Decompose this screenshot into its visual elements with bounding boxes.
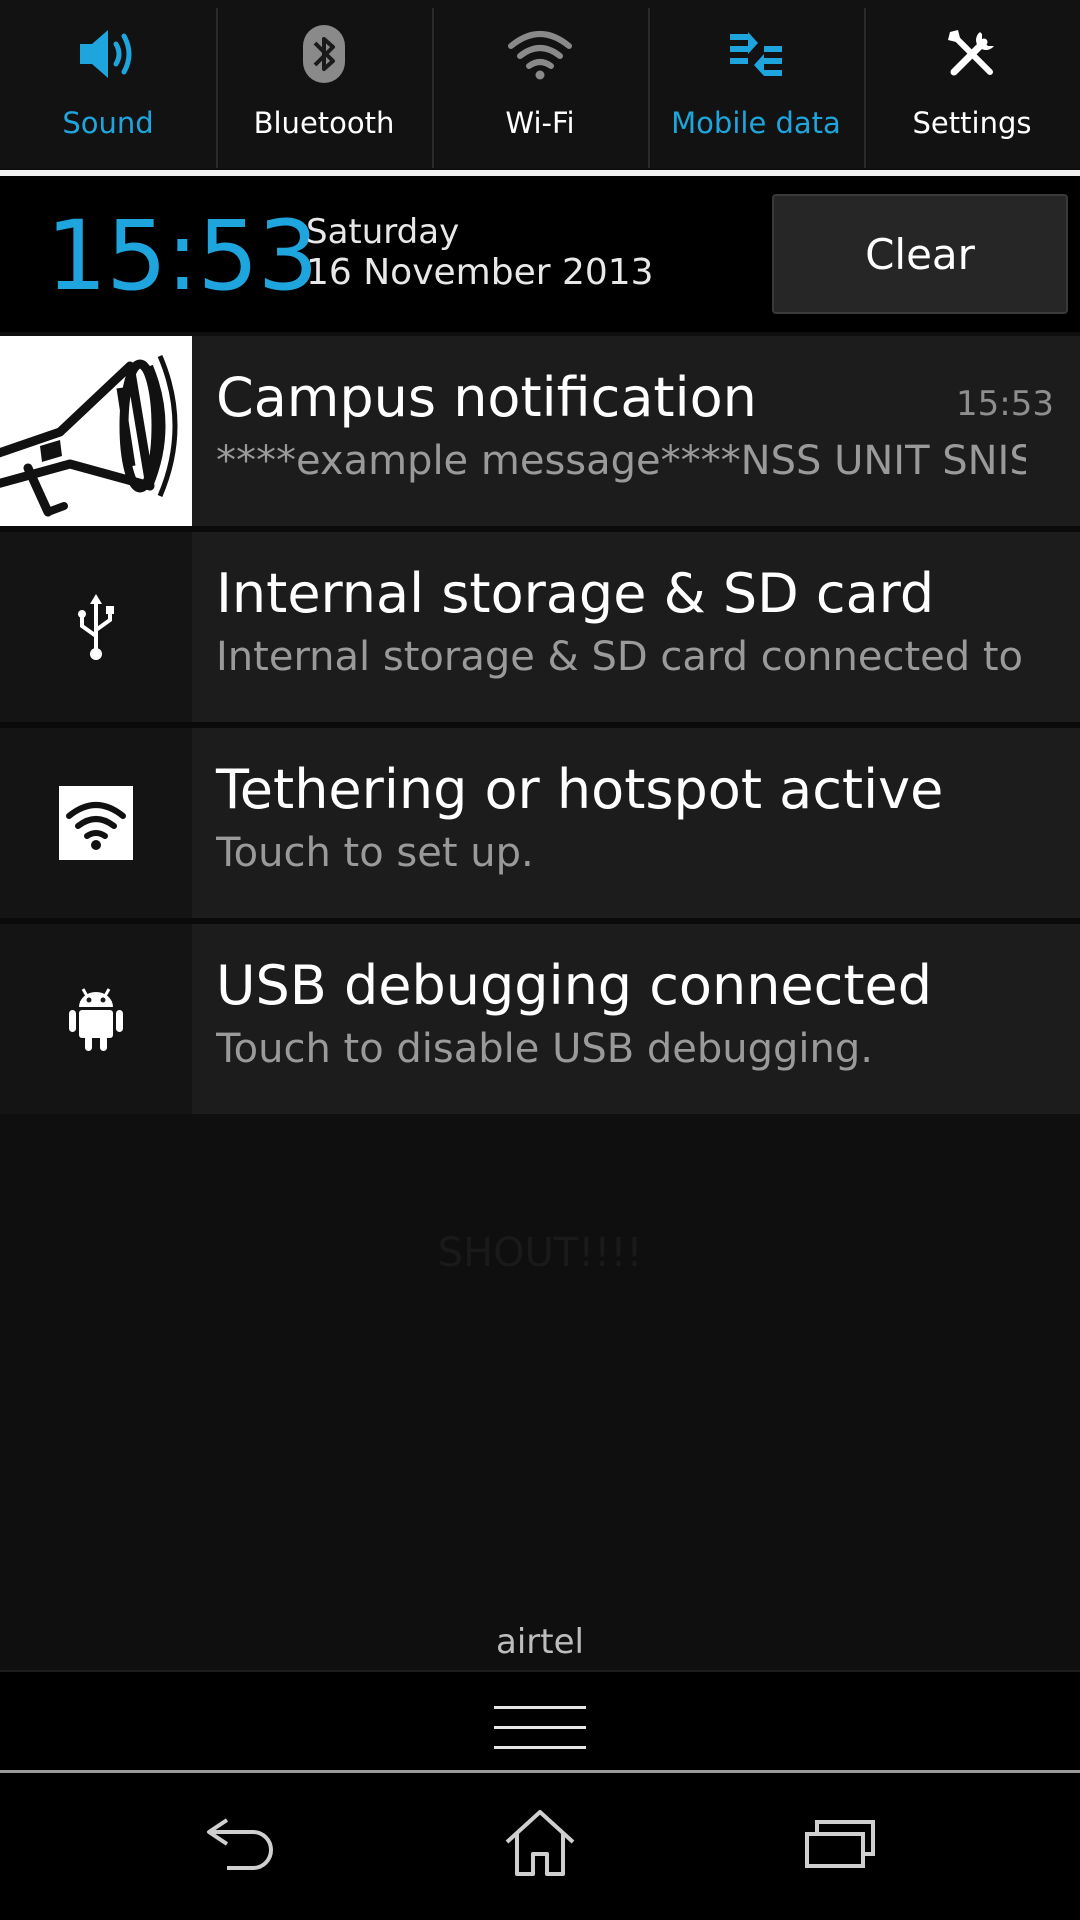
bluetooth-icon xyxy=(288,18,360,90)
recent-apps-icon xyxy=(805,1820,875,1868)
notification-icon-area xyxy=(0,532,192,722)
notification-text: ****example message****NSS UNIT SNIST xyxy=(216,438,1026,484)
navigation-bar xyxy=(0,1773,1080,1920)
notification-icon-area xyxy=(0,728,192,918)
quick-toggle-label: Settings xyxy=(912,106,1032,140)
quick-toggle-sound[interactable]: Sound xyxy=(0,0,216,168)
quick-toggle-settings[interactable]: Settings xyxy=(864,0,1080,168)
quick-toggle-label: Bluetooth xyxy=(253,106,395,140)
notification-title: Internal storage & SD card xyxy=(216,562,935,625)
weekday: Saturday xyxy=(306,212,460,252)
notification-storage[interactable]: Internal storage & SD card Internal stor… xyxy=(0,532,1080,722)
clock: 15:53 xyxy=(46,200,319,312)
wifi-icon xyxy=(504,18,576,90)
home-icon xyxy=(505,1810,575,1876)
date: 16 November 2013 xyxy=(306,252,654,293)
hotspot-icon xyxy=(59,786,133,860)
usb-icon xyxy=(78,594,114,660)
notification-text: Touch to set up. xyxy=(216,830,534,876)
carrier-label: airtel xyxy=(496,1622,584,1662)
android-icon xyxy=(69,988,123,1051)
recent-apps-button[interactable] xyxy=(770,1793,910,1893)
quick-settings-bar: Sound Bluetooth Wi-Fi Mobile data Settin… xyxy=(0,0,1080,168)
mobile-data-icon xyxy=(720,18,792,90)
back-button[interactable] xyxy=(170,1793,310,1893)
settings-icon xyxy=(936,18,1008,90)
notification-title: Tethering or hotspot active xyxy=(216,758,944,821)
notification-usb-debugging[interactable]: USB debugging connected Touch to disable… xyxy=(0,924,1080,1114)
shade-handle-bar xyxy=(0,1670,1080,1770)
background-watermark: SHOUT!!!! xyxy=(437,1230,643,1276)
notification-tethering[interactable]: Tethering or hotspot active Touch to set… xyxy=(0,728,1080,918)
quick-toggle-mobile-data[interactable]: Mobile data xyxy=(648,0,864,168)
notification-time: 15:53 xyxy=(956,384,1054,424)
notification-campus[interactable]: Campus notification 15:53 ****example me… xyxy=(0,336,1080,526)
quick-toggle-label: Sound xyxy=(62,106,154,140)
megaphone-icon xyxy=(0,336,192,526)
notification-icon-area xyxy=(0,924,192,1114)
drag-handle[interactable] xyxy=(494,1706,586,1750)
quick-toggle-wifi[interactable]: Wi-Fi xyxy=(432,0,648,168)
notification-title: Campus notification xyxy=(216,366,757,429)
notification-text: Touch to disable USB debugging. xyxy=(216,1026,873,1072)
notification-shade: Sound Bluetooth Wi-Fi Mobile data Settin… xyxy=(0,0,1080,1920)
clear-button[interactable]: Clear xyxy=(772,194,1068,314)
date-time-header: 15:53 Saturday 16 November 2013 Clear xyxy=(0,176,1080,332)
sound-icon xyxy=(72,18,144,90)
home-button[interactable] xyxy=(470,1793,610,1893)
back-icon xyxy=(207,1818,273,1870)
quick-toggle-bluetooth[interactable]: Bluetooth xyxy=(216,0,432,168)
notification-icon-area xyxy=(0,336,192,526)
notification-text: Internal storage & SD card connected to … xyxy=(216,634,1026,680)
quick-toggle-label: Wi-Fi xyxy=(505,106,575,140)
quick-toggle-label: Mobile data xyxy=(671,106,841,140)
notification-title: USB debugging connected xyxy=(216,954,933,1017)
